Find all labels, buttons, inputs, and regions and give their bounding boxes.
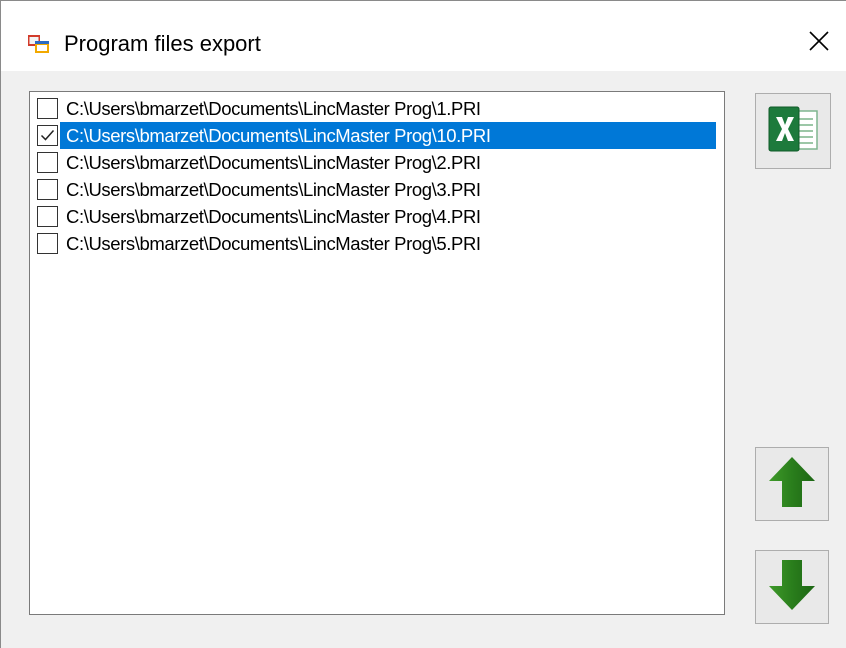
file-path: C:\Users\bmarzet\Documents\LincMaster Pr… (66, 98, 481, 119)
close-icon (809, 30, 829, 56)
arrow-down-icon (768, 559, 816, 616)
export-excel-button[interactable] (755, 93, 831, 169)
checkbox[interactable] (37, 179, 58, 200)
close-button[interactable] (791, 15, 846, 71)
window-title: Program files export (64, 31, 261, 56)
title-bar[interactable]: Program files export (1, 1, 846, 71)
checkbox[interactable] (37, 125, 58, 146)
checkbox[interactable] (37, 98, 58, 119)
file-path: C:\Users\bmarzet\Documents\LincMaster Pr… (66, 179, 481, 200)
list-item[interactable]: C:\Users\bmarzet\Documents\LincMaster Pr… (30, 230, 724, 257)
move-up-button[interactable] (755, 447, 829, 521)
file-path: C:\Users\bmarzet\Documents\LincMaster Pr… (66, 233, 481, 254)
list-item[interactable]: C:\Users\bmarzet\Documents\LincMaster Pr… (30, 122, 724, 149)
arrow-up-icon (768, 456, 816, 513)
file-path: C:\Users\bmarzet\Documents\LincMaster Pr… (66, 152, 481, 173)
file-path: C:\Users\bmarzet\Documents\LincMaster Pr… (66, 206, 481, 227)
windows-form-icon (27, 32, 51, 56)
checkbox[interactable] (37, 233, 58, 254)
file-checklist[interactable]: C:\Users\bmarzet\Documents\LincMaster Pr… (29, 91, 725, 615)
move-down-button[interactable] (755, 550, 829, 624)
checkbox[interactable] (37, 152, 58, 173)
export-dialog: Program files export C:\Users\bmarzet\Do… (0, 0, 846, 648)
list-item[interactable]: C:\Users\bmarzet\Documents\LincMaster Pr… (30, 176, 724, 203)
excel-icon (765, 101, 821, 162)
checkmark-icon (40, 130, 55, 141)
list-item[interactable]: C:\Users\bmarzet\Documents\LincMaster Pr… (30, 203, 724, 230)
list-item[interactable]: C:\Users\bmarzet\Documents\LincMaster Pr… (30, 149, 724, 176)
checkbox[interactable] (37, 206, 58, 227)
list-item[interactable]: C:\Users\bmarzet\Documents\LincMaster Pr… (30, 95, 724, 122)
file-path: C:\Users\bmarzet\Documents\LincMaster Pr… (60, 122, 716, 149)
